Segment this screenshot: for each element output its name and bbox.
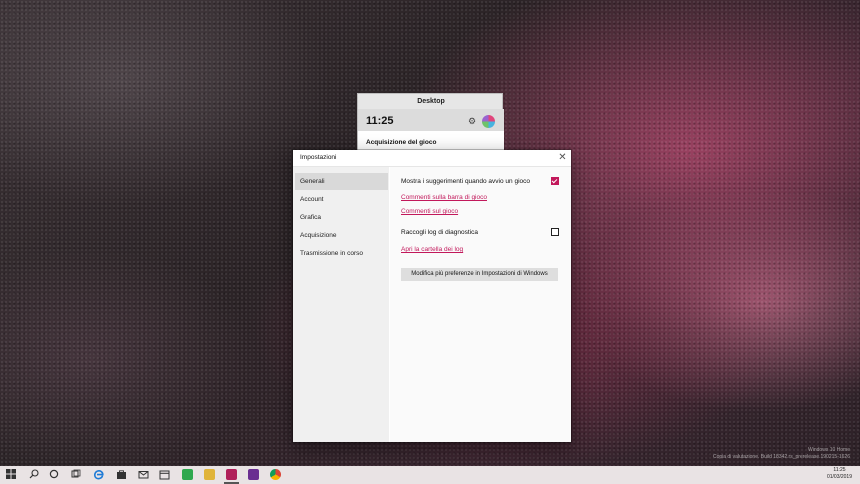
diagnostic-logs-label: Raccogli log di diagnostica xyxy=(401,229,478,236)
task-view-icon[interactable] xyxy=(70,469,81,480)
diagnostic-logs-checkbox[interactable] xyxy=(551,228,559,236)
calendar-icon[interactable] xyxy=(159,469,170,480)
sidebar-item-generali[interactable]: Generali xyxy=(295,173,388,190)
edge-icon[interactable] xyxy=(93,469,104,480)
show-tips-checkbox[interactable] xyxy=(551,177,559,185)
search-icon[interactable] xyxy=(28,469,39,480)
tray-clock[interactable]: 11:25 01/03/2019 xyxy=(827,467,852,481)
settings-sidebar: Generali Account Grafica Acquisizione Tr… xyxy=(293,167,389,442)
gear-icon[interactable]: ⚙ xyxy=(468,116,476,127)
xbox-app-icon[interactable] xyxy=(182,469,193,480)
windows-start-icon[interactable] xyxy=(5,469,16,480)
evaluation-watermark: Windows 10 Home Copia di valutazione. Bu… xyxy=(713,447,850,460)
media-app-icon[interactable] xyxy=(226,469,237,480)
tray-time: 11:25 xyxy=(833,467,846,473)
capture-section-title: Acquisizione del gioco xyxy=(366,139,437,146)
sidebar-item-trasmissione[interactable]: Trasmissione in corso xyxy=(295,245,388,262)
dialog-title: Impostazioni xyxy=(300,154,337,161)
sidebar-item-account[interactable]: Account xyxy=(295,191,388,208)
file-explorer-icon[interactable] xyxy=(204,469,215,480)
game-bar-title: Desktop xyxy=(417,98,445,105)
sidebar-item-acquisizione[interactable]: Acquisizione xyxy=(295,227,388,244)
taskbar: 11:25 01/03/2019 xyxy=(0,466,860,484)
close-icon[interactable]: ✕ xyxy=(557,152,568,163)
settings-dialog: Impostazioni ✕ Generali Account Grafica … xyxy=(293,150,571,442)
windows-settings-button[interactable]: Modifica più preferenze in Impostazioni … xyxy=(401,268,558,281)
gamebar-feedback-link[interactable]: Commenti sulla barra di gioco xyxy=(401,194,487,201)
game-bar-widget: Desktop 11:25 ⚙ Acquisizione del gioco xyxy=(357,93,504,152)
open-log-folder-link[interactable]: Apri la cartella dei log xyxy=(401,246,463,253)
cortana-icon[interactable] xyxy=(48,469,59,480)
dialog-titlebar: Impostazioni ✕ xyxy=(293,150,571,167)
sidebar-item-grafica[interactable]: Grafica xyxy=(295,209,388,226)
game-bar-time: 11:25 xyxy=(366,115,394,127)
mail-icon[interactable] xyxy=(138,469,149,480)
watermark-build: Copia di valutazione. Build 18342.rs_pre… xyxy=(712,453,850,460)
show-tips-label: Mostra i suggerimenti quando avvio un gi… xyxy=(401,178,530,185)
chrome-icon[interactable] xyxy=(270,469,281,480)
avatar[interactable] xyxy=(482,115,495,128)
media-player-icon[interactable] xyxy=(248,469,259,480)
game-feedback-link[interactable]: Commenti sul gioco xyxy=(401,208,458,215)
store-icon[interactable] xyxy=(116,469,127,480)
tray-date: 01/03/2019 xyxy=(826,474,852,480)
